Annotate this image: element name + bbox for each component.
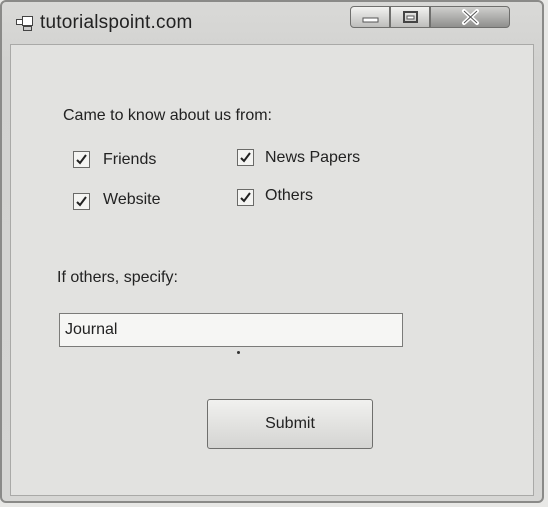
submit-button[interactable]: Submit [207, 399, 373, 449]
checkmark-icon [240, 152, 251, 163]
form-area: Came to know about us from: Friends News… [10, 44, 534, 496]
friends-label[interactable]: Friends [103, 151, 156, 169]
speck [237, 351, 240, 354]
friends-checkbox[interactable] [73, 151, 90, 168]
close-button[interactable] [430, 6, 510, 28]
checkmark-icon [76, 196, 87, 207]
newspapers-label[interactable]: News Papers [265, 149, 360, 167]
others-label[interactable]: Others [265, 187, 313, 205]
newspapers-checkbox[interactable] [237, 149, 254, 166]
checkmark-icon [240, 192, 251, 203]
website-checkbox[interactable] [73, 193, 90, 210]
title-bar[interactable]: tutorialspoint.com [2, 2, 542, 44]
app-icon [16, 16, 33, 31]
close-icon [462, 9, 479, 25]
maximize-icon [403, 11, 418, 23]
source-heading: Came to know about us from: [63, 107, 272, 124]
minimize-button[interactable] [350, 6, 390, 28]
others-checkbox[interactable] [237, 189, 254, 206]
window-title: tutorialspoint.com [40, 12, 193, 33]
maximize-button[interactable] [390, 6, 430, 28]
checkmark-icon [76, 154, 87, 165]
app-window: tutorialspoint.com Came to know about us… [0, 0, 544, 503]
others-specify-label: If others, specify: [57, 269, 178, 286]
others-input[interactable]: Journal [59, 313, 403, 347]
website-label[interactable]: Website [103, 191, 161, 209]
minimize-icon [362, 17, 379, 23]
